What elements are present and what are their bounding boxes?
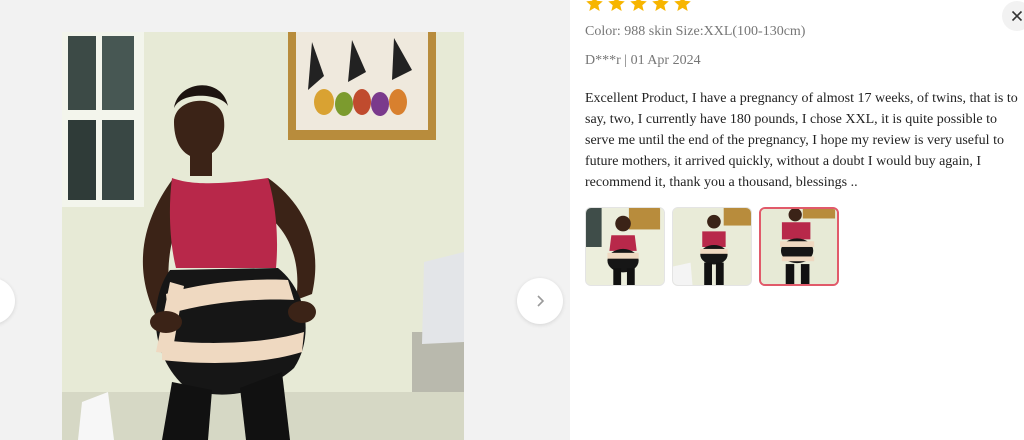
- sku-info: Color: 988 skin Size:XXL(100-130cm): [585, 24, 806, 39]
- star-icon: [586, 0, 603, 12]
- review-thumbnails: [585, 207, 839, 286]
- review-thumbnail[interactable]: [585, 207, 665, 286]
- review-thumbnail-active[interactable]: [759, 207, 839, 286]
- star-icon: [674, 0, 691, 12]
- close-icon: [1011, 10, 1023, 22]
- chevron-right-icon: [537, 295, 545, 307]
- review-thumbnail[interactable]: [672, 207, 752, 286]
- star-icon: [608, 0, 625, 12]
- review-details: Color: 988 skin Size:XXL(100-130cm) D***…: [585, 0, 1024, 440]
- image-gallery: [0, 0, 570, 440]
- review-text: Excellent Product, I have a pregnancy of…: [585, 91, 1018, 190]
- star-icon: [630, 0, 647, 12]
- rating-stars: [585, 0, 692, 13]
- next-image-button[interactable]: [517, 278, 563, 324]
- previous-image-button[interactable]: [0, 278, 15, 324]
- review-photo: [62, 32, 464, 440]
- star-icon: [652, 0, 669, 12]
- close-button[interactable]: [1002, 1, 1024, 31]
- reviewer-date: D***r | 01 Apr 2024: [585, 53, 701, 68]
